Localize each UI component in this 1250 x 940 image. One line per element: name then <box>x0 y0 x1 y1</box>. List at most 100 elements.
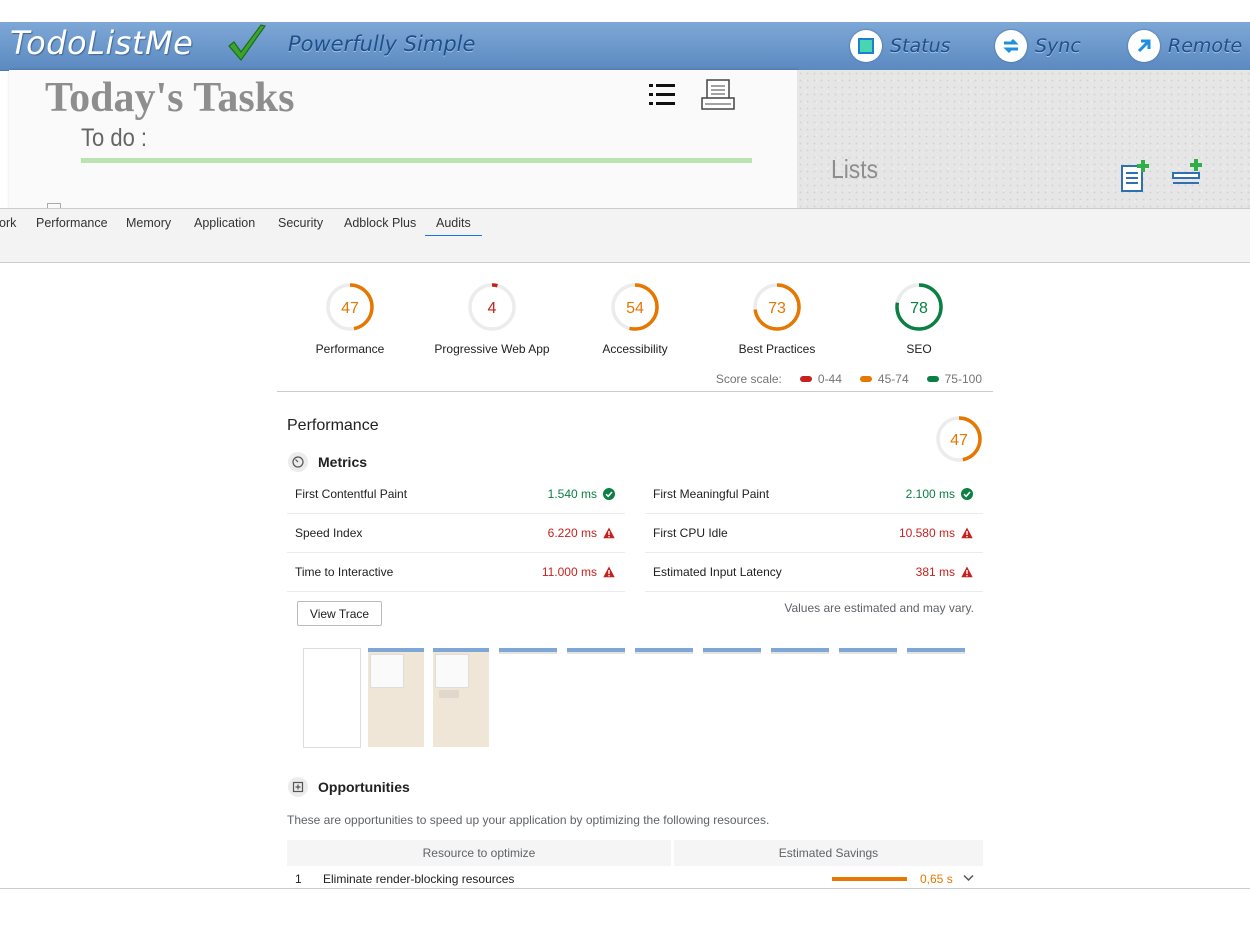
metric-value: 11.000 ms <box>541 565 597 579</box>
lists-panel: Lists <box>797 70 1250 208</box>
panel-bottom-border <box>0 888 1250 889</box>
opportunity-index: 1 <box>295 872 302 886</box>
tab-network[interactable]: ork <box>0 209 27 237</box>
metric-name: First Meaningful Paint <box>653 487 770 501</box>
filmstrip-frame <box>303 648 361 748</box>
status-icon <box>850 30 882 62</box>
brand-logo[interactable]: TodoListMe <box>10 24 193 62</box>
metric-value: 6.220 ms <box>547 526 597 540</box>
score-scale-orange-dot <box>859 376 872 382</box>
warning-triangle-icon <box>961 566 973 578</box>
metrics-title: Metrics <box>318 454 368 470</box>
score-scale: Score scale: 0-44 45-74 75-100 <box>716 372 982 386</box>
score-scale-range-low: 0-44 <box>817 372 842 386</box>
gauge-label: Best Practices <box>738 342 816 356</box>
print-icon[interactable] <box>701 78 735 112</box>
warning-triangle-icon <box>603 527 615 539</box>
score-gauge[interactable]: 4 Progressive Web App <box>432 282 552 356</box>
lists-heading: Lists <box>831 154 879 184</box>
checkmark-icon <box>228 24 266 61</box>
todo-divider <box>81 158 752 163</box>
tasks-panel: Today's Tasks To do : <box>9 70 797 209</box>
metric-row: Estimated Input Latency 381 ms <box>645 553 983 592</box>
metric-row: First Meaningful Paint 2.100 ms <box>645 475 983 514</box>
score-gauge[interactable]: 78 SEO <box>859 282 979 356</box>
remote-label: Remote <box>1168 35 1243 57</box>
metric-row: Time to Interactive 11.000 ms <box>287 553 625 592</box>
score-gauge[interactable]: 54 Accessibility <box>575 282 695 356</box>
score-gauge[interactable]: 47 Performance <box>290 282 410 356</box>
opportunity-name: Eliminate render-blocking resources <box>323 872 515 886</box>
timer-icon <box>288 452 308 472</box>
metric-name: First Contentful Paint <box>295 487 408 501</box>
tab-application[interactable]: Application <box>183 209 266 237</box>
pass-check-icon <box>961 488 973 500</box>
tab-security[interactable]: Security <box>267 209 334 237</box>
gauge-score: 78 <box>910 300 928 317</box>
sync-button[interactable]: Sync <box>995 29 1081 63</box>
status-label: Status <box>890 35 951 57</box>
tab-adblock-plus[interactable]: Adblock Plus <box>333 209 427 237</box>
score-scale-range-mid: 45-74 <box>877 372 909 386</box>
gauge-score: 47 <box>341 300 359 317</box>
opportunity-savings: 0,65 s <box>920 872 953 886</box>
score-gauge[interactable]: 73 Best Practices <box>717 282 837 356</box>
metric-row: Speed Index 6.220 ms <box>287 514 625 553</box>
metric-value: 2.100 ms <box>905 487 955 501</box>
opportunities-header[interactable]: Opportunities <box>288 777 410 797</box>
score-gauge-ring: 4 <box>468 283 516 331</box>
tab-memory[interactable]: Memory <box>115 209 182 237</box>
metric-row: First Contentful Paint 1.540 ms <box>287 475 625 514</box>
chevron-down-icon[interactable] <box>963 874 974 882</box>
filmstrip-frame <box>368 648 424 747</box>
list-view-icon[interactable] <box>647 80 677 110</box>
metric-name: First CPU Idle <box>653 526 728 540</box>
performance-section-title: Performance <box>287 417 379 434</box>
gauge-score: 73 <box>768 300 786 317</box>
score-gauge-ring: 47 <box>936 416 982 462</box>
view-trace-button[interactable]: View Trace <box>297 601 382 626</box>
add-category-icon[interactable] <box>1171 158 1205 186</box>
remote-arrow-icon <box>1128 30 1160 62</box>
gauge-label: Progressive Web App <box>434 342 550 356</box>
filmstrip-frame <box>567 648 625 654</box>
filmstrip-frame <box>499 648 557 654</box>
app-header: TodoListMe Powerfully Simple Status Sync… <box>0 22 1250 71</box>
score-gauge-ring: 78 <box>895 283 943 331</box>
score-scale-green-dot <box>926 376 939 382</box>
score-gauge-ring: 47 <box>326 283 374 331</box>
score-scale-red-dot <box>799 376 812 382</box>
resource-column-header: Resource to optimize <box>287 840 671 866</box>
metric-name: Speed Index <box>295 526 363 540</box>
metric-row: First CPU Idle 10.580 ms <box>645 514 983 553</box>
status-button[interactable]: Status <box>850 29 951 63</box>
tagline: Powerfully Simple <box>288 32 476 56</box>
metric-name: Estimated Input Latency <box>653 565 782 579</box>
filmstrip-frame <box>771 648 829 654</box>
warning-triangle-icon <box>603 566 615 578</box>
score-gauge-ring: 73 <box>753 283 801 331</box>
opportunity-icon <box>288 777 308 797</box>
tab-performance[interactable]: Performance <box>25 209 119 237</box>
metrics-header[interactable]: Metrics <box>288 452 367 472</box>
add-list-icon[interactable] <box>1119 158 1151 194</box>
metric-value: 381 ms <box>915 565 955 579</box>
pass-check-icon <box>603 488 615 500</box>
opportunity-row[interactable]: 1 Eliminate render-blocking resources 0,… <box>287 870 983 888</box>
report-divider <box>277 391 993 392</box>
metric-name: Time to Interactive <box>295 565 394 579</box>
gauge-label: SEO <box>906 342 932 356</box>
filmstrip-frame <box>839 648 897 654</box>
performance-score-gauge: 47 <box>935 415 983 463</box>
metric-value: 10.580 ms <box>898 526 955 540</box>
sync-label: Sync <box>1035 35 1081 57</box>
filmstrip-frame <box>433 648 489 747</box>
audits-toolbar <box>0 236 1250 263</box>
tab-audits[interactable]: Audits <box>425 209 482 237</box>
warning-triangle-icon <box>961 527 973 539</box>
filmstrip-frame <box>635 648 693 654</box>
opportunities-description: These are opportunities to speed up your… <box>287 813 770 827</box>
gauge-score: 4 <box>488 300 497 317</box>
filmstrip-frame <box>907 648 965 654</box>
remote-button[interactable]: Remote <box>1128 29 1242 63</box>
